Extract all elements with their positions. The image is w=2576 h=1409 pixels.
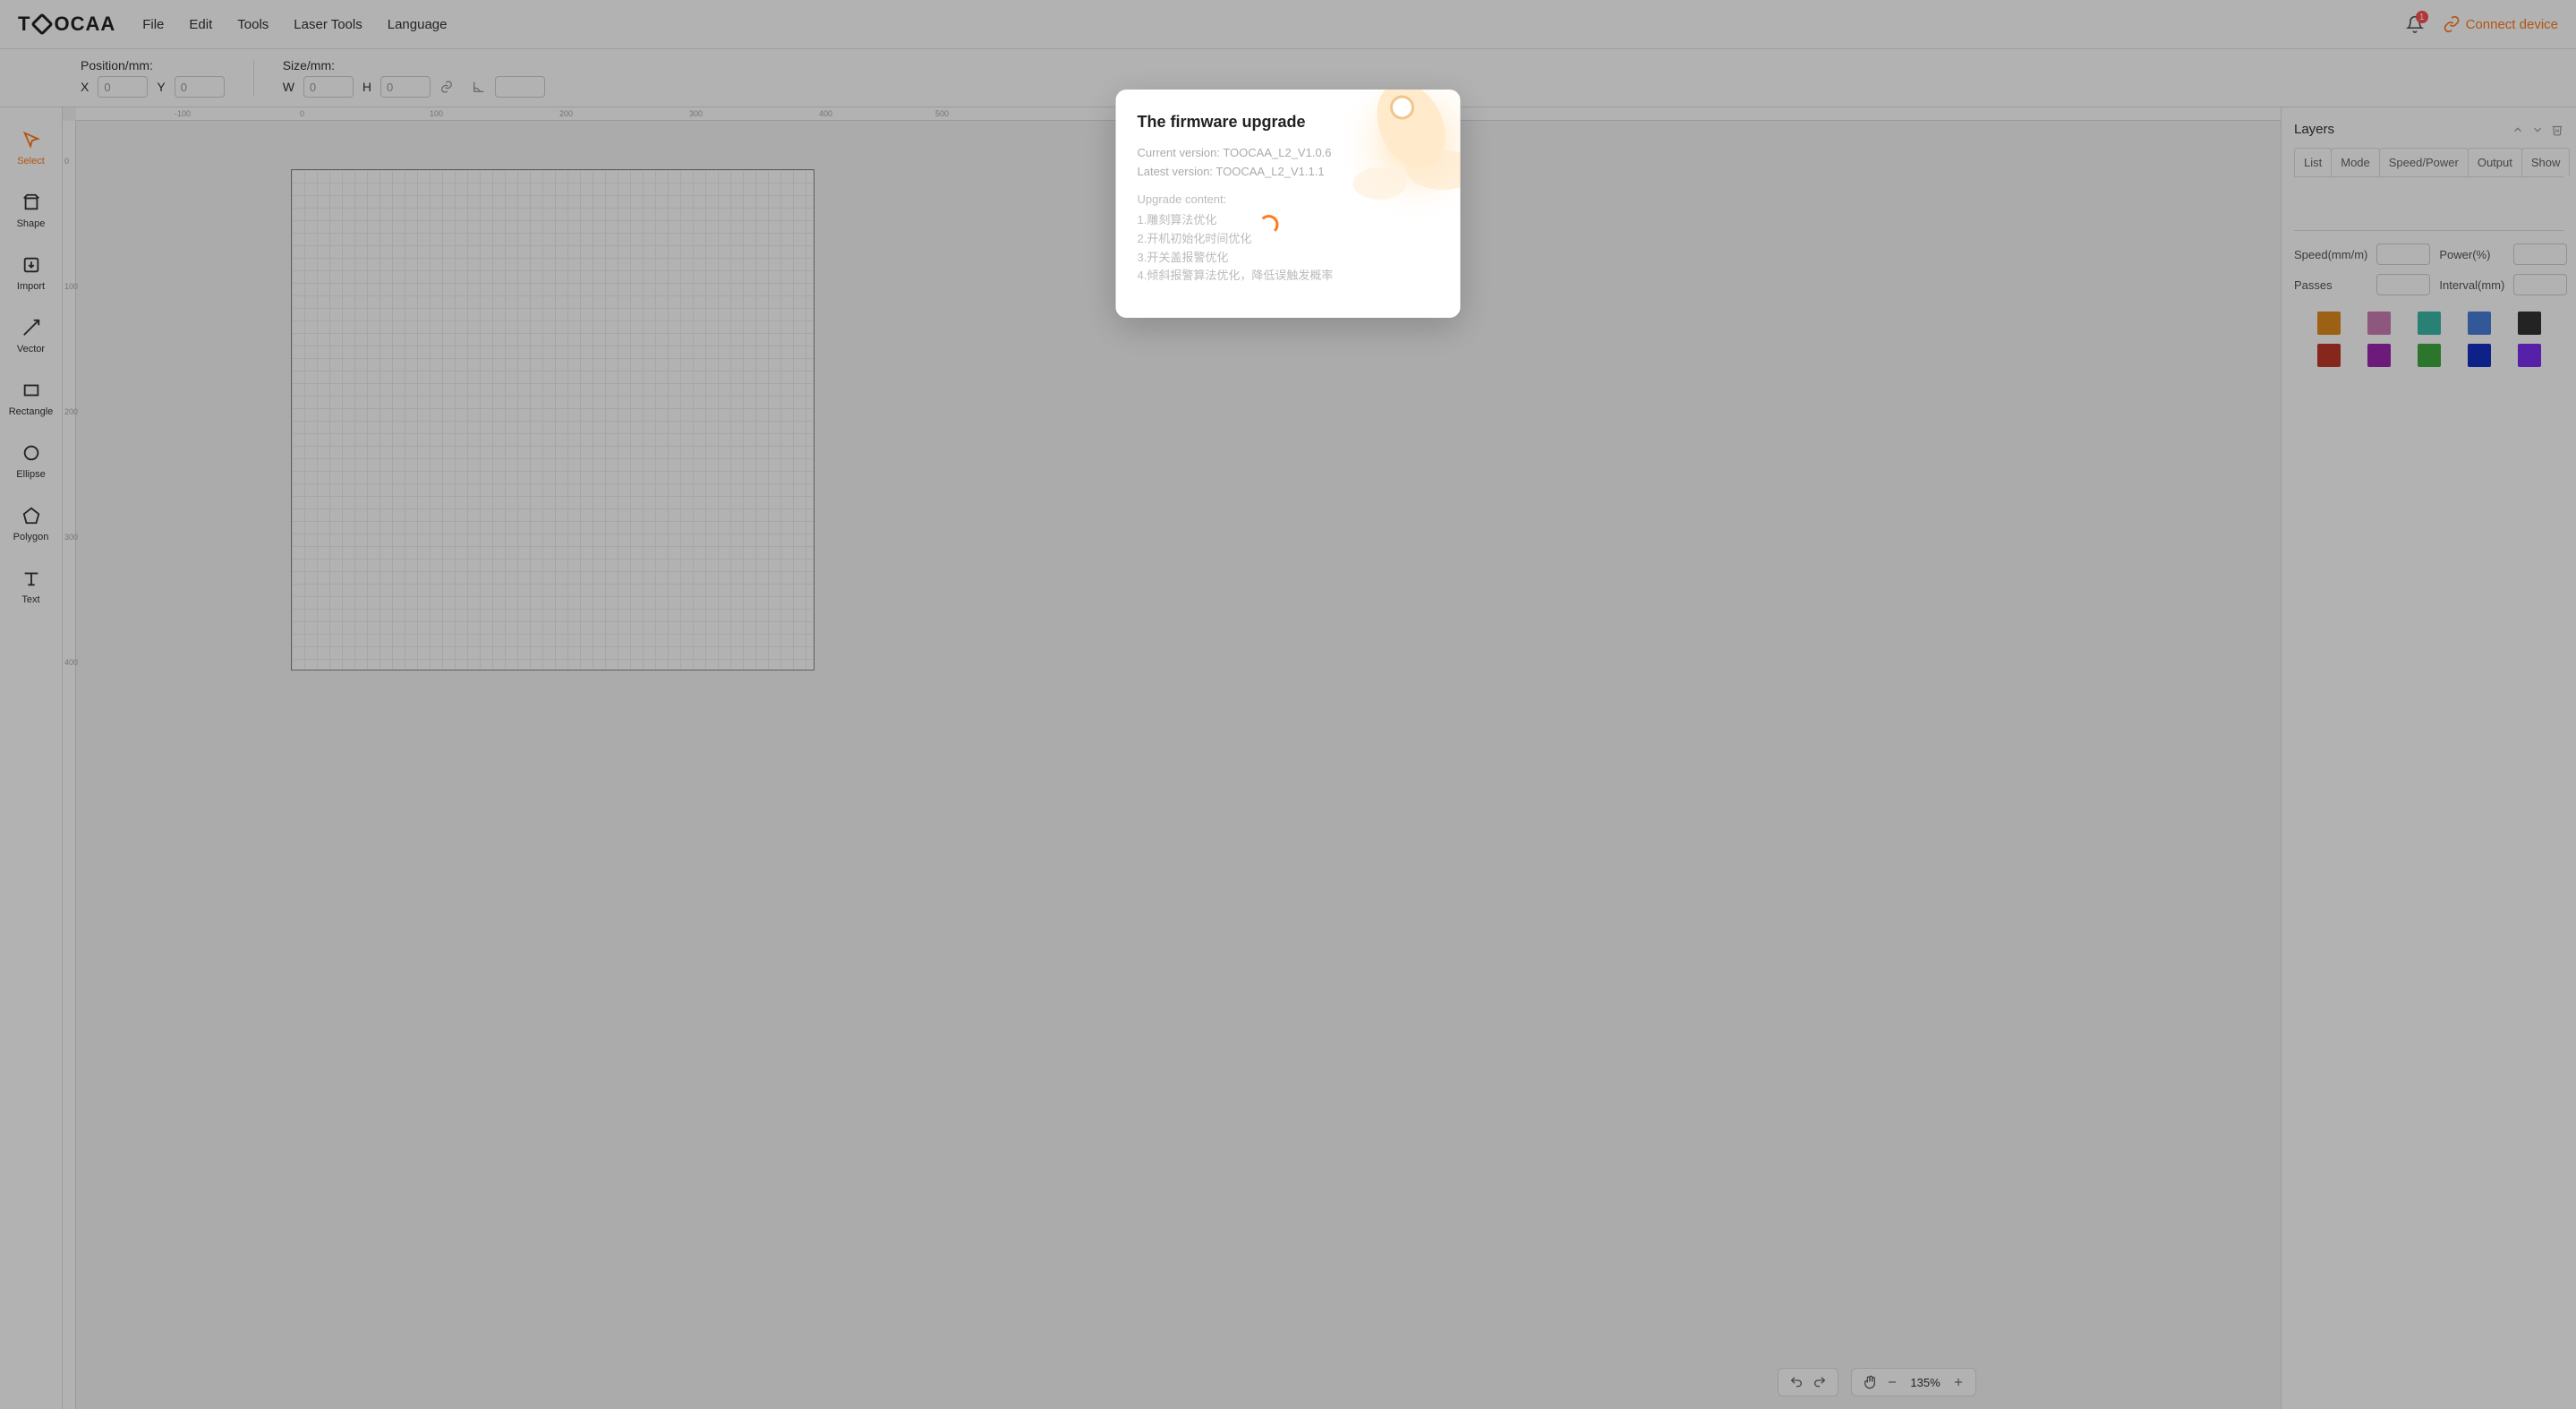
upgrade-item-3: 3.开关盖报警优化 xyxy=(1138,249,1439,268)
upgrade-item-4: 4.倾斜报警算法优化，降低误触发概率 xyxy=(1138,267,1439,286)
current-version: Current version: TOOCAA_L2_V1.0.6 xyxy=(1138,146,1439,159)
latest-version: Latest version: TOOCAA_L2_V1.1.1 xyxy=(1138,165,1439,178)
rocket-illustration xyxy=(1326,90,1461,233)
firmware-upgrade-modal: The firmware upgrade Current version: TO… xyxy=(1116,90,1461,318)
loading-spinner xyxy=(1259,215,1279,235)
modal-title: The firmware upgrade xyxy=(1138,113,1439,132)
